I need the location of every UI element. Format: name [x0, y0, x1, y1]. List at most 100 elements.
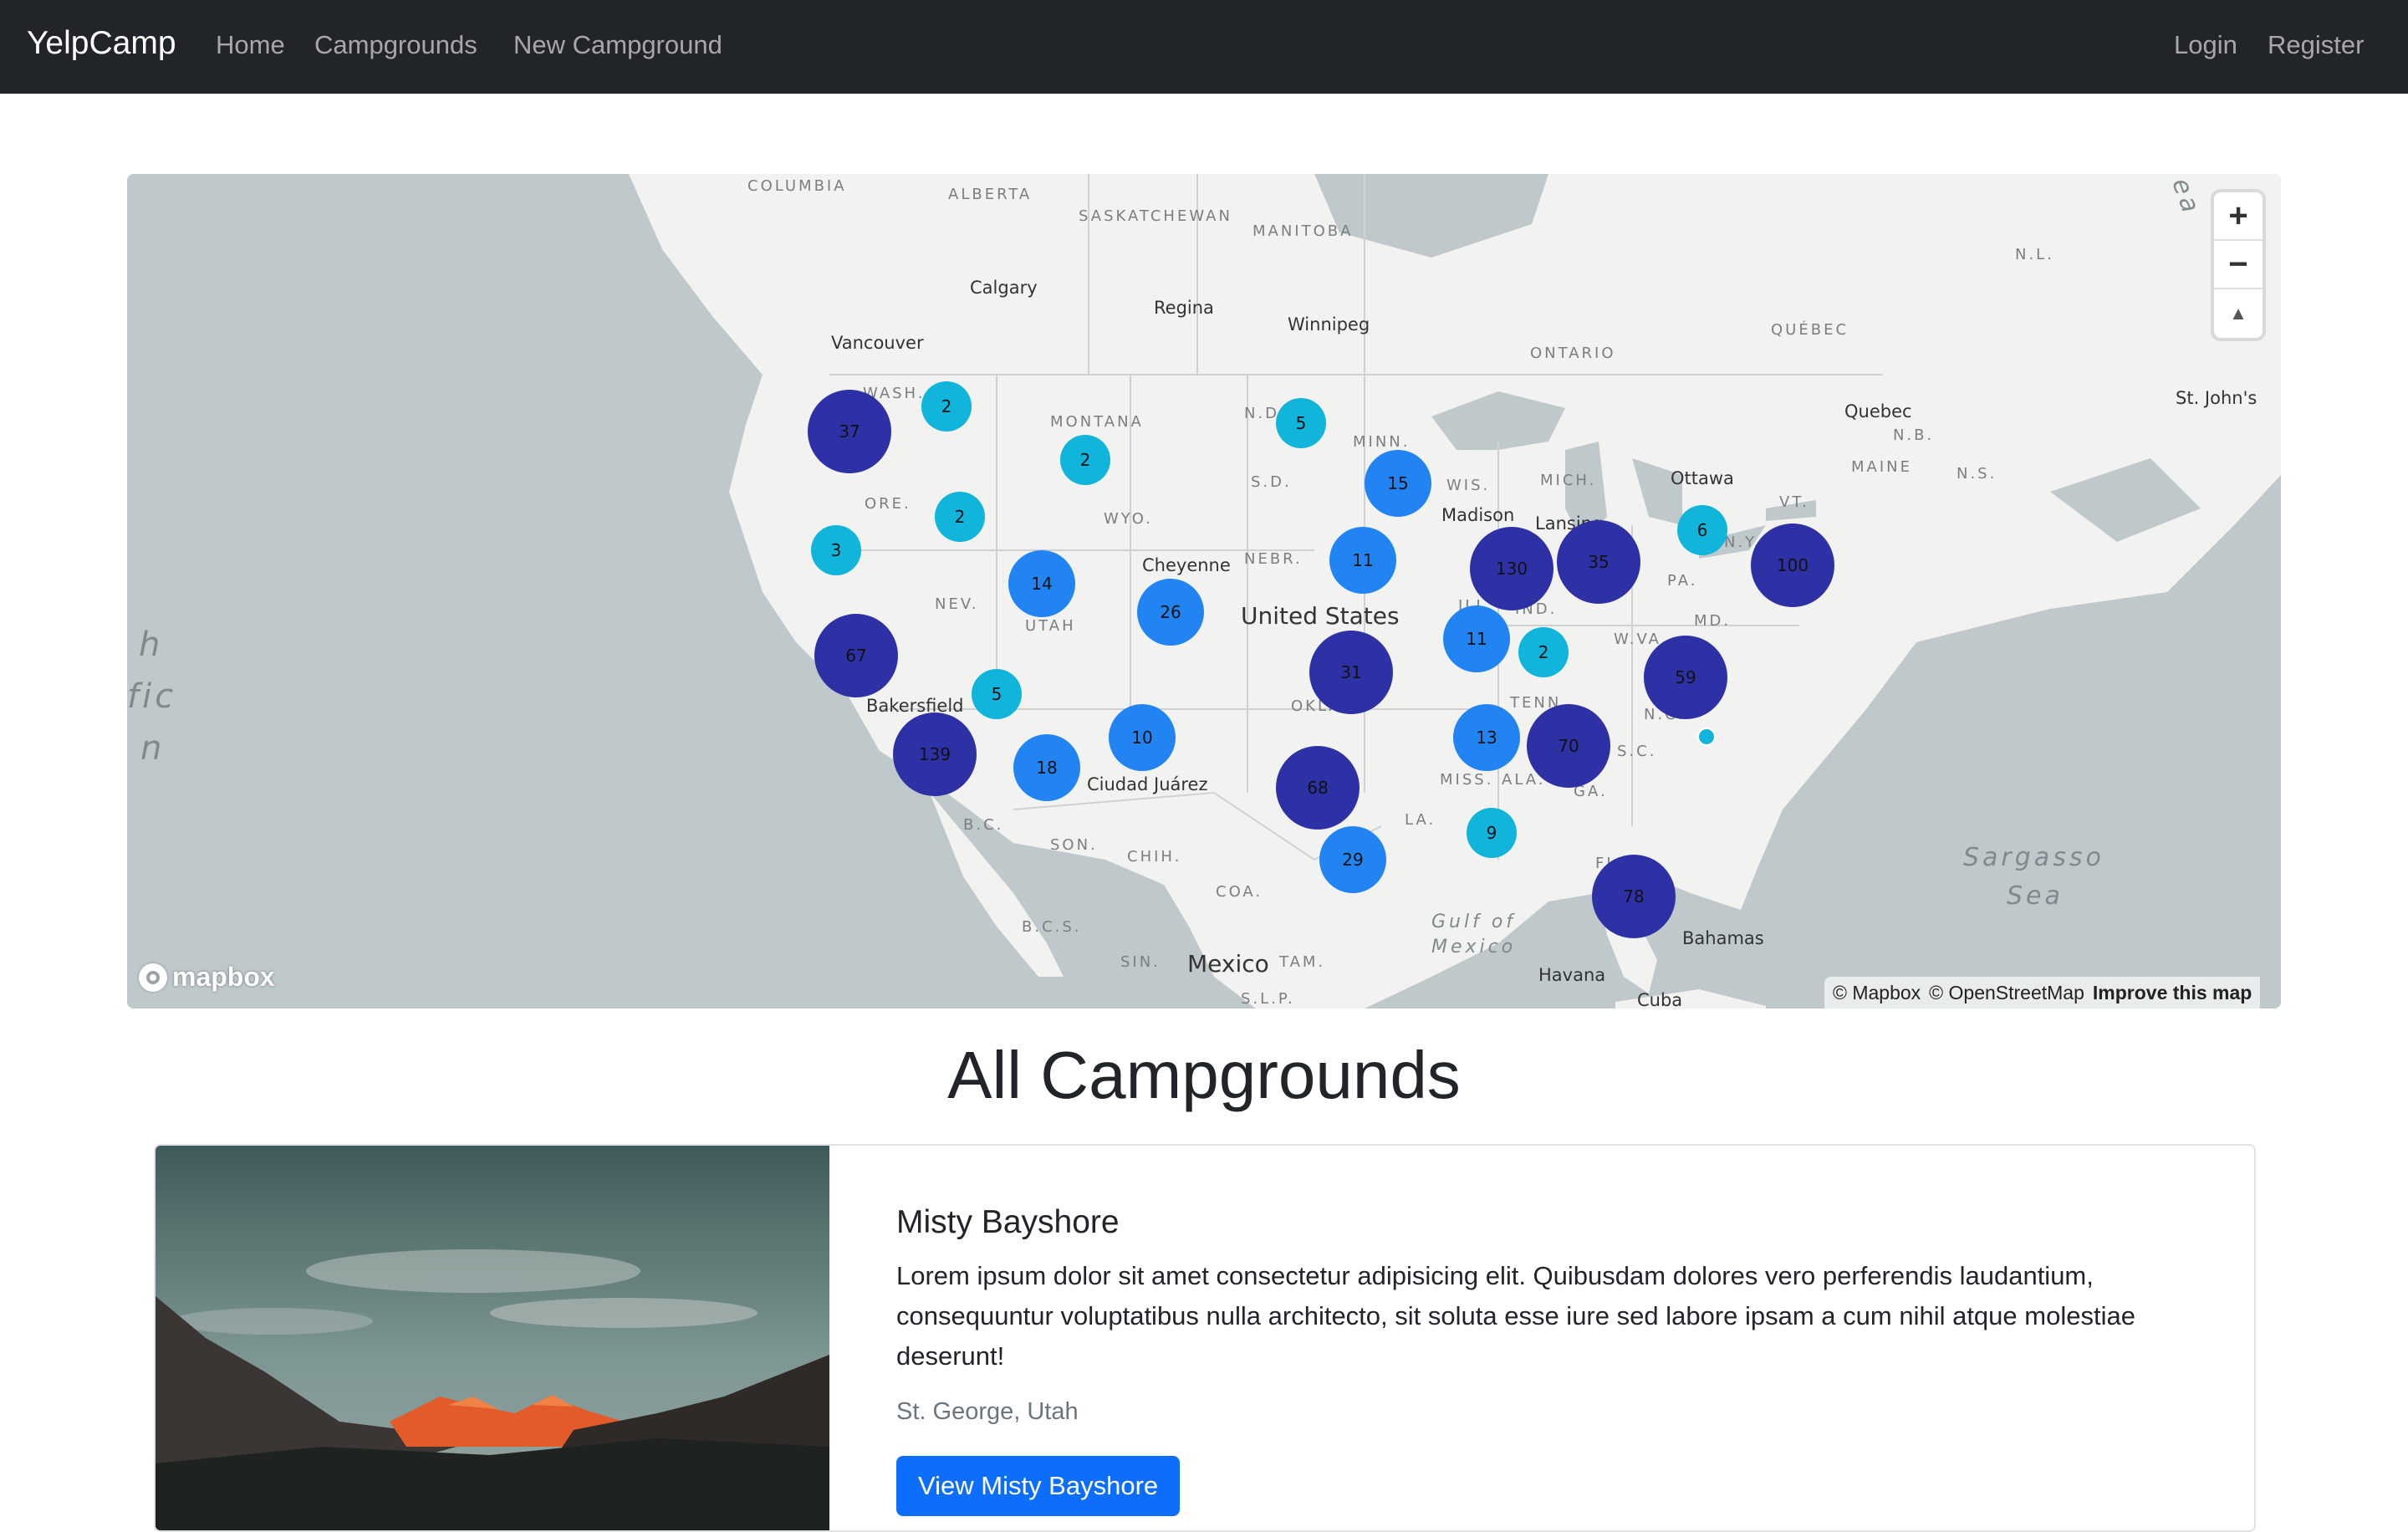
map-label-saskatchewan: SASKATCHEWAN — [1079, 207, 1232, 225]
map-label-vt: VT. — [1779, 493, 1809, 511]
map-label-utah: UTAH — [1025, 617, 1076, 635]
map-label-quebec-city: Quebec — [1844, 401, 1912, 421]
map-cluster[interactable]: 26 — [1137, 579, 1204, 646]
view-campground-button[interactable]: View Misty Bayshore — [896, 1456, 1181, 1516]
map-label-cuba: Cuba — [1637, 990, 1683, 1009]
map-cluster[interactable]: 2 — [921, 381, 972, 432]
campground-image — [156, 1146, 829, 1530]
map-label-chih: CHIH. — [1127, 848, 1182, 866]
map-cluster[interactable]: 2 — [1060, 435, 1110, 485]
map-cluster[interactable]: 100 — [1751, 523, 1834, 607]
map-cluster[interactable]: 59 — [1644, 636, 1727, 719]
map-label-calgary: Calgary — [970, 278, 1038, 298]
map-cluster[interactable]: 15 — [1365, 450, 1431, 517]
map-label-pacific-3: n — [140, 729, 166, 768]
map-label-manitoba: MANITOBA — [1252, 222, 1354, 240]
cluster-map[interactable]: COLUMBIA ALBERTA SASKATCHEWAN MANITOBA O… — [127, 174, 2281, 1009]
map-cluster[interactable]: 6 — [1677, 505, 1727, 555]
map-label-sin: SIN. — [1120, 953, 1161, 971]
map-cluster[interactable]: 14 — [1008, 550, 1075, 617]
improve-map-link[interactable]: Improve this map — [2093, 982, 2252, 1004]
map-label-bcs: B.C.S. — [1022, 918, 1082, 936]
nav-register[interactable]: Register — [2268, 30, 2364, 60]
map-cluster[interactable]: 78 — [1592, 855, 1676, 938]
map-label-nebr: NEBR. — [1244, 550, 1303, 568]
map-label-columbia: COLUMBIA — [747, 177, 847, 195]
map-cluster[interactable]: 18 — [1013, 734, 1080, 801]
map-cluster[interactable]: 13 — [1453, 704, 1520, 771]
zoom-in-button[interactable]: + — [2214, 192, 2263, 241]
map-label-wis: WIS. — [1446, 477, 1491, 494]
map-label-nl: N.L. — [2015, 246, 2054, 263]
map-label-bc: B.C. — [963, 816, 1004, 834]
nav-home[interactable]: Home — [216, 30, 285, 60]
map-label-cheyenne: Cheyenne — [1142, 555, 1231, 575]
attribution-osm-link[interactable]: © OpenStreetMap — [1929, 982, 2084, 1004]
map-label-gulf-of: Gulf of — [1431, 912, 1517, 932]
map-cluster[interactable]: 3 — [811, 525, 861, 575]
map-label-minn: MINN. — [1353, 433, 1411, 451]
map-label-alberta: ALBERTA — [948, 186, 1033, 203]
map-cluster[interactable]: 35 — [1557, 520, 1640, 604]
map-label-madison: Madison — [1441, 505, 1515, 525]
mapbox-logo-text: mapbox — [172, 962, 275, 992]
map-label-md: MD. — [1694, 612, 1732, 630]
map-cluster[interactable]: 37 — [808, 390, 891, 473]
map-label-coa: COA. — [1216, 883, 1263, 901]
nav-login[interactable]: Login — [2174, 30, 2237, 60]
map-label-ontario: ONTARIO — [1530, 345, 1616, 362]
brand-link[interactable]: YelpCamp — [27, 25, 176, 62]
map-label-nb: N.B. — [1893, 426, 1935, 444]
map-cluster[interactable]: 5 — [1276, 398, 1326, 448]
map-label-la: LA. — [1405, 811, 1436, 829]
compass-button[interactable]: ▲ — [2214, 289, 2263, 338]
navbar: YelpCamp Home Campgrounds New Campground… — [0, 0, 2408, 94]
map-navigation-control: + − ▲ — [2214, 192, 2263, 338]
nav-new-campground[interactable]: New Campground — [513, 30, 722, 60]
map-label-ns: N.S. — [1956, 465, 1997, 483]
attribution-mapbox-link[interactable]: © Mapbox — [1833, 982, 1921, 1004]
map-label-winnipeg: Winnipeg — [1288, 314, 1370, 334]
map-cluster[interactable]: 68 — [1276, 746, 1360, 830]
map-attribution: © Mapbox © OpenStreetMap Improve this ma… — [1824, 977, 2261, 1009]
map-label-mich: MICH. — [1540, 472, 1597, 489]
campground-location: St. George, Utah — [896, 1398, 1079, 1425]
map-cluster[interactable]: 2 — [1518, 627, 1569, 677]
campground-card-body: Misty Bayshore Lorem ipsum dolor sit ame… — [896, 1204, 2217, 1516]
map-cluster[interactable]: 5 — [972, 669, 1022, 719]
map-label-united-states: United States — [1241, 602, 1400, 630]
map-label-st-johns: St. John's — [2176, 388, 2258, 408]
map-cluster[interactable]: 67 — [814, 614, 898, 697]
map-label-nev: NEV. — [935, 595, 979, 613]
map-cluster[interactable]: 11 — [1443, 605, 1510, 672]
map-label-slp: S.L.P. — [1241, 990, 1295, 1008]
campground-title: Misty Bayshore — [896, 1204, 1120, 1240]
map-label-havana: Havana — [1538, 965, 1606, 985]
map-cluster[interactable]: 11 — [1329, 527, 1396, 594]
map-label-sargasso: Sargasso — [1963, 843, 2104, 872]
mapbox-logo-icon — [139, 963, 167, 992]
map-cluster[interactable]: 9 — [1467, 808, 1517, 858]
map-label-son: SON. — [1050, 836, 1098, 854]
map-label-ore: ORE. — [865, 495, 911, 513]
map-label-tam: TAM. — [1279, 953, 1326, 971]
map-cluster[interactable]: 139 — [893, 712, 977, 796]
map-cluster[interactable]: 70 — [1527, 704, 1610, 788]
map-cluster[interactable]: 29 — [1319, 826, 1386, 893]
map-label-gulf-mexico: Mexico — [1431, 937, 1517, 958]
map-label-ottawa: Ottawa — [1671, 468, 1734, 488]
map-label-montana: MONTANA — [1050, 413, 1144, 431]
nav-campgrounds[interactable]: Campgrounds — [314, 30, 477, 60]
map-label-wyo: WYO. — [1104, 510, 1153, 528]
map-cluster[interactable]: 130 — [1470, 527, 1553, 610]
map-point-marker[interactable] — [1697, 728, 1716, 746]
zoom-out-button[interactable]: − — [2214, 241, 2263, 289]
map-cluster[interactable]: 31 — [1309, 631, 1393, 714]
mapbox-logo[interactable]: mapbox — [139, 962, 275, 993]
map-label-miss: MISS. — [1440, 771, 1494, 789]
map-cluster[interactable]: 10 — [1109, 704, 1176, 771]
map-cluster[interactable]: 2 — [935, 492, 985, 542]
map-label-ciudad-juarez: Ciudad Juárez — [1087, 774, 1208, 794]
map-label-pacific-1: h — [139, 626, 164, 664]
map-label-sd: S.D. — [1251, 473, 1292, 491]
